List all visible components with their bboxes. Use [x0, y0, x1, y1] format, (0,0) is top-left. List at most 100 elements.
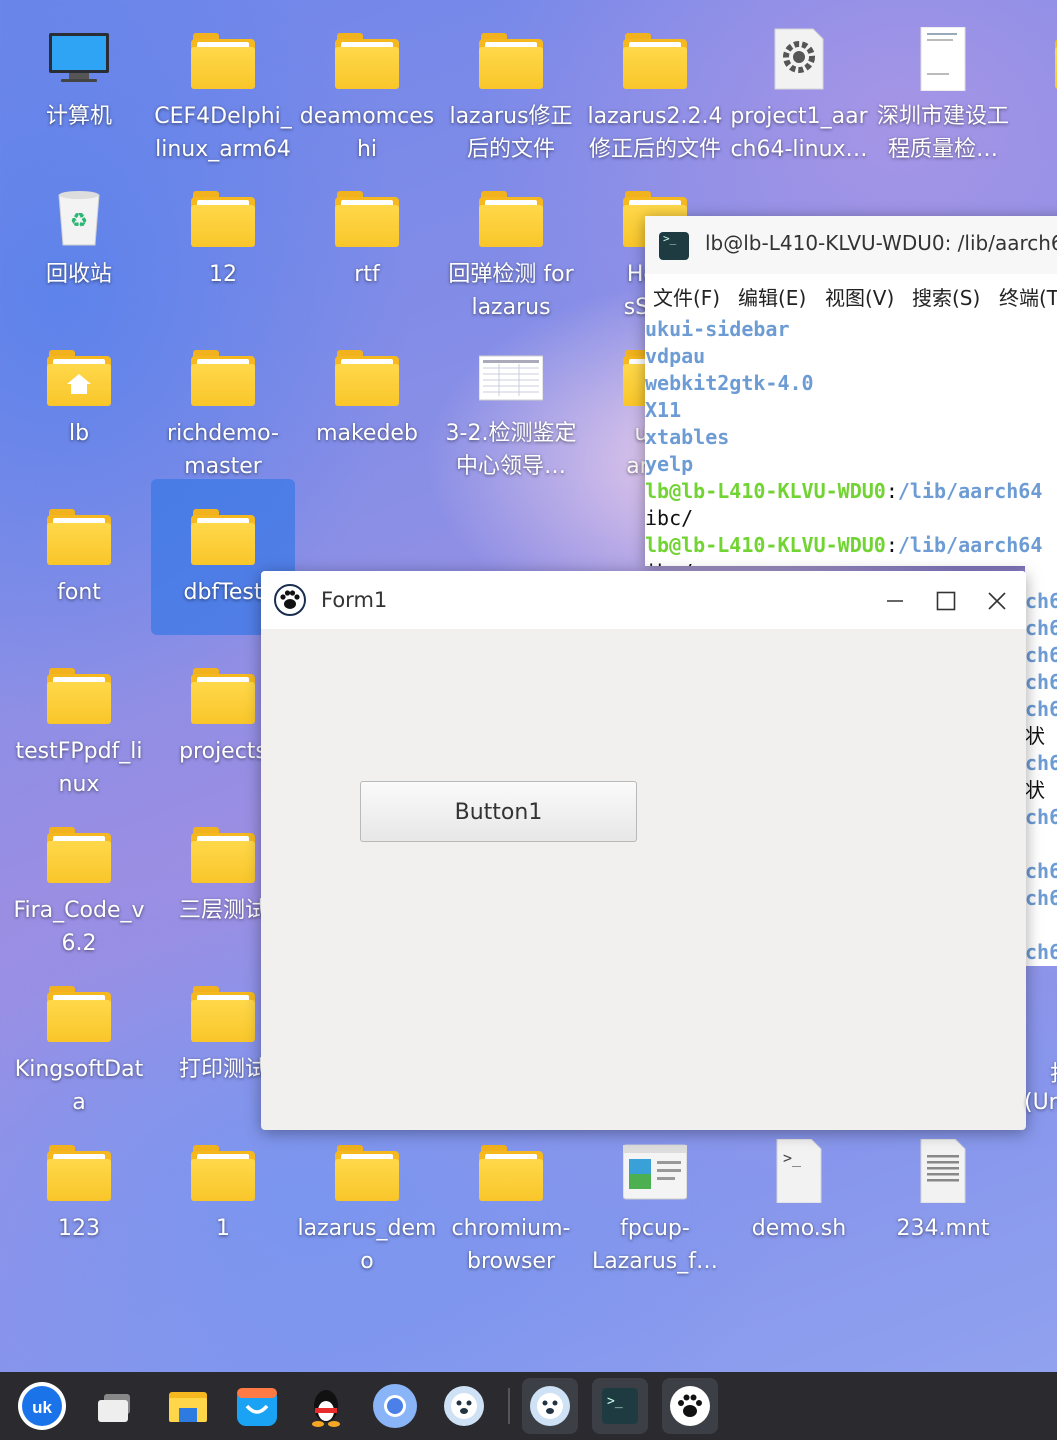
- menu-view[interactable]: 视图(V): [825, 282, 894, 311]
- terminal-line: webkit2gtk-4.0: [645, 370, 1042, 397]
- desktop-icon-label: demo.sh: [751, 1216, 847, 1241]
- button1[interactable]: Button1: [360, 781, 637, 842]
- terminal-right-fragment: [1025, 912, 1057, 939]
- menu-edit[interactable]: 编辑(E): [738, 282, 806, 311]
- taskbar: uk >_: [0, 1372, 1057, 1440]
- desktop-icon-label: deamomces hi: [299, 104, 435, 162]
- form1-title: Form1: [321, 588, 388, 612]
- terminal-window[interactable]: >_ lb@lb-L410-KLVU-WDU0: /lib/aarch64-li…: [645, 216, 1057, 566]
- folder-icon: [191, 980, 255, 1044]
- minimize-icon[interactable]: [879, 585, 911, 617]
- text-file-icon: [911, 1138, 975, 1204]
- svg-text:>_: >_: [783, 1149, 802, 1167]
- desktop-icon[interactable]: font: [7, 479, 151, 635]
- desktop-icon-label: 12: [209, 262, 237, 287]
- desktop-icon[interactable]: project1_aar ch64-linux…: [727, 3, 871, 162]
- lazarus-paw-icon: [274, 584, 306, 616]
- terminal-right-fragment: ch6: [1025, 940, 1057, 964]
- folder-icon: [47, 980, 111, 1044]
- qq-icon[interactable]: [298, 1378, 354, 1434]
- desktop-icon-label-fragment: (Un: [1024, 1090, 1057, 1115]
- desktop-icon[interactable]: 3-2.检测鉴定 中心领导…: [439, 320, 583, 479]
- desktop-icon-label: 123: [58, 1216, 100, 1241]
- multitask-view-icon[interactable]: [90, 1378, 146, 1434]
- desktop-icon[interactable]: 回弹检测 for lazarus: [439, 161, 583, 320]
- terminal-running-icon[interactable]: >_: [592, 1378, 648, 1434]
- terminal-line: lb@lb-L410-KLVU-WDU0:/lib/aarch64: [645, 478, 1042, 505]
- desktop-icon[interactable]: lazarus_dem o: [295, 1115, 439, 1274]
- desktop-icon[interactable]: lazarus修正 后的文件: [439, 3, 583, 162]
- terminal-line: ukui-sidebar: [645, 316, 1042, 343]
- form1-running-icon[interactable]: [662, 1378, 718, 1434]
- menu-file[interactable]: 文件(F): [653, 282, 720, 311]
- terminal-output[interactable]: ukui-sidebar vdpau webkit2gtk-4.0 X11 xtable…: [645, 316, 1042, 566]
- desktop-icon-label: lazarus修正 后的文件: [449, 104, 573, 162]
- terminal-right-fragment: ch6: [1025, 589, 1057, 613]
- desktop-icon[interactable]: rtf: [295, 161, 439, 317]
- file-manager-icon[interactable]: [160, 1378, 216, 1434]
- desktop-icon[interactable]: CEF4Delphi_ linux_arm64: [151, 3, 295, 162]
- desktop-icon-label: richdemo- master: [167, 421, 279, 479]
- lazarus-ide-icon[interactable]: [436, 1378, 492, 1434]
- start-menu-icon[interactable]: uk: [14, 1378, 70, 1434]
- terminal-line: X11: [645, 397, 1042, 424]
- home-folder-icon: [47, 344, 111, 408]
- terminal-app-icon: >_: [659, 232, 689, 260]
- terminal-menubar: 文件(F) 编辑(E) 视图(V) 搜索(S) 终端(T): [645, 274, 1057, 314]
- folder-icon: [479, 185, 543, 249]
- menu-terminal[interactable]: 终端(T): [999, 282, 1057, 311]
- folder-icon: [335, 1139, 399, 1203]
- gear-file-icon: [767, 27, 831, 91]
- desktop-icon-label-fragment: 打: [1050, 1056, 1057, 1088]
- folder-icon: [623, 27, 687, 91]
- desktop-icon-label: CEF4Delphi_ linux_arm64: [154, 104, 292, 162]
- desktop-icon[interactable]: testFPpdf_li nux: [7, 638, 151, 797]
- desktop-icon[interactable]: richdemo- master: [151, 320, 295, 479]
- prompt-sep: :: [885, 479, 898, 503]
- desktop-icon[interactable]: 计算机: [7, 3, 151, 159]
- terminal-titlebar[interactable]: >_ lb@lb-L410-KLVU-WDU0: /lib/aarch64-li…: [645, 216, 1057, 274]
- terminal-right-fragment: ch6: [1025, 697, 1057, 721]
- desktop-icon[interactable]: Fira_Code_v 6.2: [7, 797, 151, 956]
- desktop-icon[interactable]: laz 技巧: [1015, 1115, 1057, 1271]
- prompt-user: lb@lb-L410-KLVU-WDU0: [645, 533, 886, 557]
- close-icon[interactable]: [981, 585, 1013, 617]
- directory-entry: X11: [645, 398, 682, 422]
- folder-icon: [479, 1139, 543, 1203]
- desktop-icon[interactable]: Laz v: [1015, 3, 1057, 159]
- menu-search[interactable]: 搜索(S): [912, 282, 980, 311]
- lazarus-running-icon[interactable]: [522, 1378, 578, 1434]
- desktop-icon[interactable]: 1: [151, 1115, 295, 1271]
- desktop-icon[interactable]: >_ demo.sh: [727, 1115, 871, 1271]
- folder-icon: [191, 662, 255, 726]
- software-store-icon[interactable]: [229, 1378, 285, 1434]
- form1-window[interactable]: Form1 Button1: [261, 571, 1026, 1130]
- desktop-icon[interactable]: fpcup- Lazarus_f…: [583, 1115, 727, 1274]
- desktop-icon[interactable]: 123: [7, 1115, 151, 1271]
- desktop-icon[interactable]: 234.mnt: [871, 1115, 1015, 1271]
- directory-entry: yelp: [645, 452, 694, 476]
- desktop-icon[interactable]: lazarus2.2.4 修正后的文件: [583, 3, 727, 162]
- desktop-icon[interactable]: chromium- browser: [439, 1115, 583, 1274]
- desktop-icon[interactable]: 12: [151, 161, 295, 317]
- desktop-icon[interactable]: deamomces hi: [295, 3, 439, 162]
- desktop-icon[interactable]: ♻ 回收站: [7, 161, 151, 317]
- folder-icon: [47, 503, 111, 567]
- folder-icon: [191, 821, 255, 885]
- terminal-right-fragment: ch6: [1025, 670, 1057, 694]
- maximize-icon[interactable]: [930, 585, 962, 617]
- folder-icon: [47, 1139, 111, 1203]
- app-window-icon: [622, 1139, 688, 1203]
- terminal-right-fragment: ch6: [1025, 643, 1057, 667]
- form1-titlebar[interactable]: Form1: [261, 571, 1026, 629]
- desktop-icon[interactable]: makedeb: [295, 320, 439, 476]
- desktop-icon[interactable]: lb: [7, 320, 151, 476]
- desktop-icon[interactable]: KingsoftDat a: [7, 956, 151, 1115]
- folder-icon: [191, 344, 255, 408]
- desktop-icon[interactable]: 深圳市建设工 程质量检…: [871, 3, 1015, 162]
- desktop-icon-label: 深圳市建设工 程质量检…: [876, 104, 1009, 162]
- desktop-icon-label: makedeb: [316, 421, 418, 446]
- folder-icon: [335, 185, 399, 249]
- chromium-icon[interactable]: [367, 1378, 423, 1434]
- document-icon: [911, 26, 975, 92]
